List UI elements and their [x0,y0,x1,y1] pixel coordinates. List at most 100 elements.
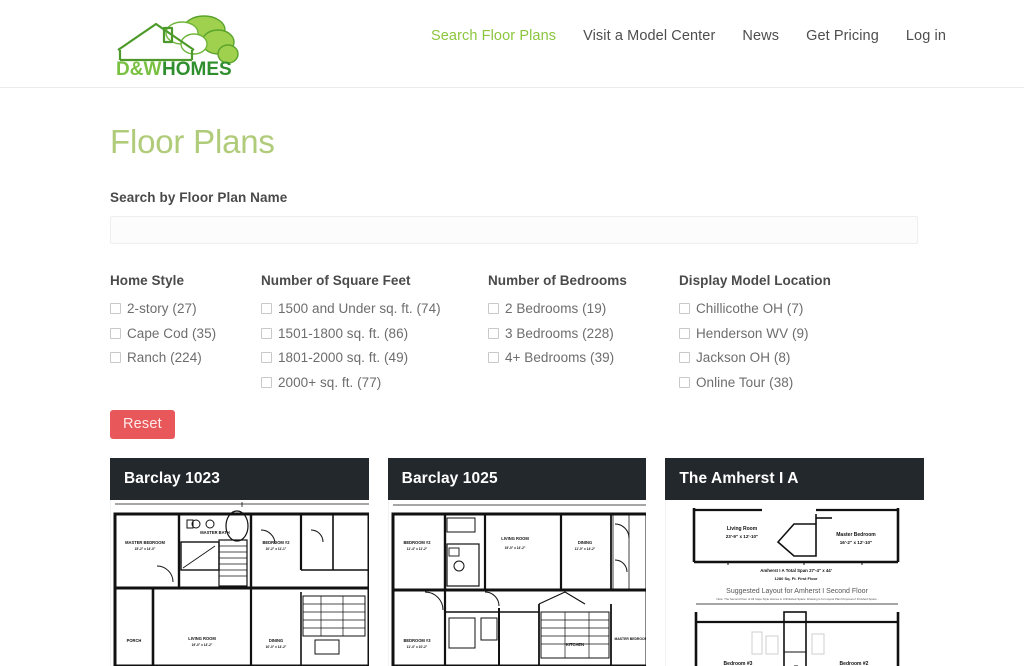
filter-group-square-feet: Number of Square Feet 1500 and Under sq.… [261,273,488,398]
nav-link-log-in[interactable]: Log in [906,28,946,44]
room-dims: 11'-4" x 11'-2" [406,547,427,551]
checkbox-icon[interactable] [679,303,690,314]
plan-footnote: Note: The Second Floor of All Cape Style… [717,597,878,601]
filter-option-4-plus-bedrooms[interactable]: 4+ Bedrooms (39) [488,349,679,366]
room-label: KITCHEN [566,642,584,647]
floor-plan-drawing-barclay-1023: MASTER BEDROOM 15'-2" x 14'-0" MASTER BA… [111,500,369,666]
room-label: BEDROOM #3 [403,638,431,643]
filter-heading-location: Display Model Location [679,273,831,288]
filter-heading-square-feet: Number of Square Feet [261,273,411,288]
floor-plan-results: Barclay 1023 MASTER BEDROOM 15'-2" x 14'… [110,458,925,666]
filter-option-label: Cape Cod (35) [127,325,217,341]
filter-option-3-bedrooms[interactable]: 3 Bedrooms (228) [488,325,679,342]
room-dims: 16'-2" x 12'-10" [840,540,873,545]
logo-text-secondary: HOMES [162,59,232,78]
room-label: PORCH [127,638,142,643]
filter-option-online-tour[interactable]: Online Tour (38) [679,374,924,391]
room-label: BEDROOM #2 [262,540,290,545]
floor-plan-image[interactable]: Living Room 23'-9" x 12'-10" Master Bedr… [665,500,925,666]
filter-group-display-model-location: Display Model Location Chillicothe OH (7… [679,273,924,398]
checkbox-icon[interactable] [261,327,272,339]
room-label: MASTER BEDROOM [614,637,646,641]
floor-plan-card[interactable]: Barclay 1023 MASTER BEDROOM 15'-2" x 14'… [110,458,369,666]
filter-option-label: 1500 and Under sq. ft. (74) [278,301,441,316]
filter-option-label: Jackson OH (8) [696,350,791,365]
filter-option-2000-plus[interactable]: 2000+ sq. ft. (77) [261,374,488,391]
checkbox-icon[interactable] [261,376,272,388]
checkbox-icon[interactable] [488,303,499,314]
filter-heading-bedrooms: Number of Bedrooms [488,273,627,288]
room-label: Master Bedroom [837,532,877,538]
filter-option-2-story[interactable]: 2-story (27) [110,300,261,317]
floor-plan-card[interactable]: Barclay 1025 BEDROOM #2 11'-4" x 11'-2" … [387,458,647,666]
nav-link-get-pricing[interactable]: Get Pricing [806,28,879,44]
nav-link-news[interactable]: News [742,28,779,44]
page-title: Floor Plans [110,123,275,160]
filter-option-2-bedrooms[interactable]: 2 Bedrooms (19) [488,300,679,317]
filter-option-label: 1801-2000 sq. ft. (49) [278,350,409,365]
filter-option-label: 2-story (27) [127,301,197,316]
filter-option-cape-cod[interactable]: Cape Cod (35) [110,325,261,342]
site-header: D&W HOMES Search Floor Plans Visit a Mod… [0,0,1024,88]
filter-option-ranch[interactable]: Ranch (224) [110,349,261,366]
floor-plan-card-header: Barclay 1025 [387,458,647,500]
main-navigation: Search Floor Plans Visit a Model Center … [431,28,946,44]
room-label: DINING [578,540,592,545]
filter-option-1801-2000[interactable]: 1801-2000 sq. ft. (49) [261,349,488,366]
room-label: DINING [269,638,283,643]
floor-plan-drawing-barclay-1025: BEDROOM #2 11'-4" x 11'-2" LIVING ROOM 1… [388,500,647,666]
filter-option-jackson-oh[interactable]: Jackson OH (8) [679,349,924,366]
checkbox-icon[interactable] [261,303,272,314]
search-label: Search by Floor Plan Name [110,190,288,205]
checkbox-icon[interactable] [110,327,121,339]
filter-heading-home-style: Home Style [110,273,185,288]
floor-plan-title: Barclay 1023 [124,470,221,487]
nav-link-search-floor-plans[interactable]: Search Floor Plans [431,28,556,44]
checkbox-icon[interactable] [261,352,272,363]
floor-plan-image[interactable]: BEDROOM #2 11'-4" x 11'-2" LIVING ROOM 1… [387,500,647,666]
room-dims: 23'-9" x 12'-10" [726,534,759,539]
logo-text-primary: D&W [116,59,161,78]
logo-icon: D&W HOMES [116,15,239,78]
checkbox-icon[interactable] [488,352,499,363]
filter-option-henderson-wv[interactable]: Henderson WV (9) [679,325,924,342]
checkbox-icon[interactable] [110,303,121,314]
room-label: LIVING ROOM [501,536,529,541]
filter-option-1501-1800[interactable]: 1501-1800 sq. ft. (86) [261,325,488,342]
filter-option-chillicothe-oh[interactable]: Chillicothe OH (7) [679,300,924,317]
checkbox-icon[interactable] [679,327,690,339]
site-logo[interactable]: D&W HOMES [108,8,244,78]
checkbox-icon[interactable] [679,376,690,388]
checkbox-icon[interactable] [679,352,690,363]
floor-plan-title: Barclay 1025 [401,470,498,487]
room-label: Bedroom #2 [840,661,869,666]
room-label: Bedroom #3 [724,661,753,666]
floor-plan-card-header: Barclay 1023 [110,458,369,500]
floor-plan-image[interactable]: MASTER BEDROOM 15'-2" x 14'-0" MASTER BA… [110,500,369,666]
room-dims: 19'-0" x 14'-2" [504,546,525,550]
room-dims: 15'-2" x 14'-0" [135,547,156,551]
plan-heading: Suggested Layout for Amherst I Second Fl… [727,588,869,595]
checkbox-icon[interactable] [488,327,499,339]
floor-plan-card[interactable]: The Amherst I A Living Room 23'-9" x 12'… [665,458,925,666]
plan-caption: Amherst I A Total Span 27'-4" x 44' [761,568,833,573]
room-dims: 10'-0" x 14'-2" [266,645,287,649]
room-label: MASTER BATH [200,530,230,535]
room-label: MASTER BEDROOM [125,540,165,545]
filter-option-label: 3 Bedrooms (228) [505,325,614,341]
reset-button[interactable]: Reset [110,410,175,439]
room-dims: 11'-4" x 10'-2" [406,645,427,649]
filter-option-label: 2000+ sq. ft. (77) [278,374,382,390]
nav-link-visit-a-model-center[interactable]: Visit a Model Center [583,28,715,44]
filter-option-1500-and-under[interactable]: 1500 and Under sq. ft. (74) [261,300,488,317]
filter-option-label: 2 Bedrooms (19) [505,301,607,316]
search-input[interactable] [110,216,918,244]
room-label: Living Room [727,526,758,532]
plan-subcaption: 1280 Sq. Ft. First Floor [775,576,819,581]
floor-plan-title: The Amherst I A [679,470,799,487]
filter-group-bedrooms: Number of Bedrooms 2 Bedrooms (19) 3 Bed… [488,273,679,398]
room-dims: 10'-2" x 11'-1" [266,547,287,551]
checkbox-icon[interactable] [110,352,121,363]
page-body: Floor Plans Search by Floor Plan Name Ho… [0,88,1024,666]
room-label: BEDROOM #2 [403,540,431,545]
